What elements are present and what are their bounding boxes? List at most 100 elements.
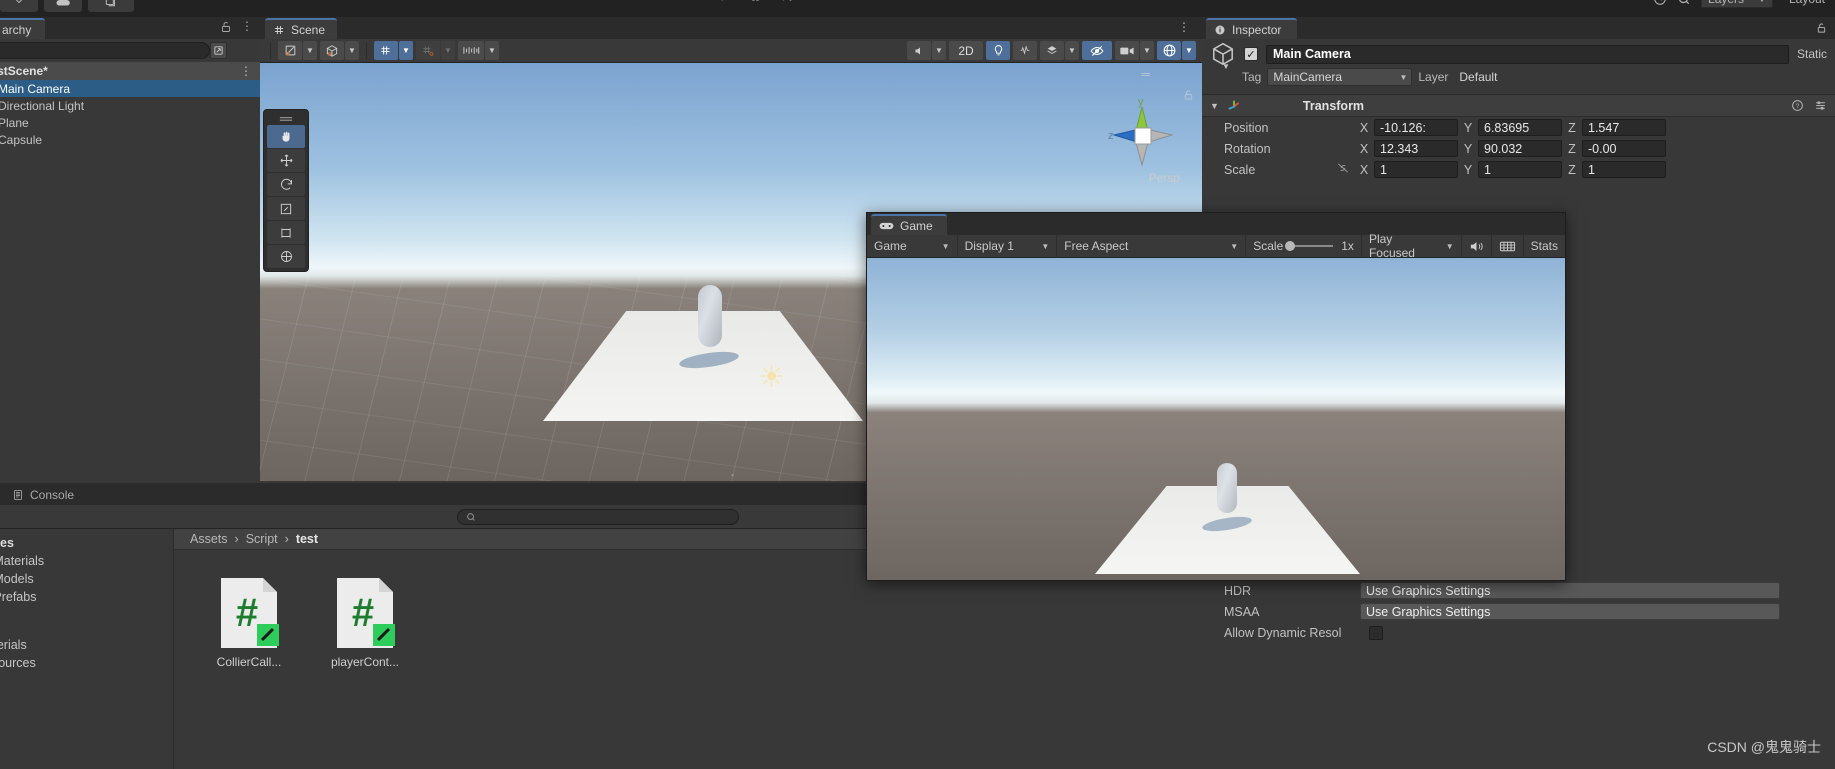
static-toggle[interactable]: Static [1797,47,1829,61]
chevron-down-icon[interactable]: ▼ [1222,62,1230,71]
scene-effects-button[interactable] [1040,41,1064,60]
scale-link-icon[interactable] [1332,162,1354,177]
rotation-y-field[interactable]: 90.032 [1478,140,1562,157]
scale-slider[interactable]: Scale 1x [1246,234,1362,258]
grid-snap-dropdown[interactable]: ▼ [441,41,455,60]
favorite-all-models[interactable]: All Models [0,570,173,588]
transform-component-header[interactable]: ▼ Transform ? [1202,94,1835,117]
favorite-all-prefabs[interactable]: All Prefabs [0,588,173,606]
unlock-icon[interactable] [220,21,232,33]
snap-increment-dropdown[interactable]: ▼ [485,41,499,60]
scene-effects-dropdown[interactable]: ▼ [1065,41,1079,60]
scene-root-row[interactable]: TestScene* ⋮ [0,62,260,80]
hand-tool-button[interactable] [0,0,38,12]
step-button[interactable] [780,0,793,3]
hierarchy-search-field[interactable] [0,42,227,59]
scene-visibility-toggle[interactable] [1082,41,1112,60]
hdr-dropdown[interactable]: Use Graphics Settings [1360,582,1780,599]
stats-button[interactable]: Stats [1524,235,1565,258]
hierarchy-item-capsule[interactable]: Capsule [0,131,260,148]
collapse-chevron-icon[interactable]: ▼ [1210,101,1219,111]
wireframe-mode-button[interactable] [320,41,344,60]
scene-gizmos-toggle[interactable] [1157,41,1181,60]
scene-fx-toggle[interactable] [1013,41,1037,60]
breadcrumb-script[interactable]: Script [246,532,278,546]
scale-y-field[interactable]: 1 [1478,161,1562,178]
hierarchy-item-main-camera[interactable]: Main Camera [0,80,260,97]
hierarchy-search-input[interactable] [0,43,176,58]
hand-tool-button[interactable] [267,125,305,148]
inspector-lock-icon[interactable] [1816,22,1827,37]
position-z-field[interactable]: 1.547 [1582,119,1666,136]
snap-increment-button[interactable] [458,41,484,60]
rotate-tool-button[interactable] [267,173,305,196]
tab-hierarchy[interactable]: archy [0,18,45,39]
rotation-z-field[interactable]: -0.00 [1582,140,1666,157]
search-icon[interactable] [1677,0,1691,6]
grid-axis-button[interactable] [374,41,398,60]
account-tool-button[interactable] [88,0,134,12]
scale-x-field[interactable]: 1 [1374,161,1458,178]
hierarchy-item-plane[interactable]: Plane [0,114,260,131]
gizmo-projection-label[interactable]: Persp [1149,171,1180,185]
scale-slider-track[interactable] [1285,241,1334,251]
scene-2d-toggle[interactable]: 2D [949,41,983,60]
hierarchy-search-options-button[interactable] [210,42,227,59]
rect-tool-button[interactable] [267,221,305,244]
audio-dropdown[interactable]: ▼ [932,41,946,60]
assets-folder-materials[interactable]: Materials [0,636,173,654]
assets-folder-resources[interactable]: Resources [0,654,173,672]
gameobject-name-field[interactable]: Main Camera [1266,44,1789,64]
tag-dropdown[interactable]: MainCamera ▼ [1267,68,1413,86]
overlay-drag-handle[interactable] [267,113,305,124]
asset-item[interactable]: # CollierCall... [204,576,294,669]
scene-audio-button[interactable] [907,41,931,60]
scene-lighting-toggle[interactable] [986,41,1010,60]
play-button[interactable] [718,0,731,3]
breadcrumb-assets[interactable]: Assets [190,532,228,546]
scene-gizmos-dropdown[interactable]: ▼ [1182,41,1196,60]
breadcrumb-test[interactable]: test [296,532,318,546]
allow-dynamic-resolution-checkbox[interactable] [1369,625,1383,640]
scene-menu-icon[interactable]: ⋮ [1178,20,1190,34]
position-x-field[interactable]: -10.126: [1374,119,1458,136]
msaa-dropdown[interactable]: Use Graphics Settings [1360,603,1780,620]
scale-tool-button[interactable] [267,197,305,220]
favorite-all-materials[interactable]: All Materials [0,552,173,570]
grid-axis-dropdown[interactable]: ▼ [399,41,413,60]
transform-tool-button[interactable] [267,245,305,268]
rotation-x-field[interactable]: 12.343 [1374,140,1458,157]
grid-snap-button[interactable] [416,41,440,60]
directional-light-gizmo[interactable]: ☀ [758,363,785,393]
game-gizmos-button[interactable] [1492,234,1524,258]
tab-game[interactable]: Game [871,214,947,235]
tab-console[interactable]: Console [6,484,86,505]
game-viewport[interactable] [867,258,1565,580]
gameobject-enabled-checkbox[interactable]: ✓ [1244,47,1258,61]
asset-item[interactable]: # playerCont... [320,576,410,669]
layout-dropdown[interactable]: Layout [1783,0,1831,8]
shading-mode-button[interactable] [278,41,302,60]
tab-inspector[interactable]: Inspector [1206,18,1298,39]
shading-mode-dropdown[interactable]: ▼ [303,41,317,60]
cloud-tool-button[interactable] [44,0,82,12]
move-tool-button[interactable] [267,149,305,172]
scene-menu-icon[interactable]: ⋮ [240,64,252,78]
scene-capsule-object[interactable] [698,285,722,347]
wireframe-mode-dropdown[interactable]: ▼ [345,41,359,60]
layer-dropdown[interactable]: Default [1454,68,1599,86]
play-mode-dropdown[interactable]: Play Focused ▼ [1362,232,1462,260]
tab-scene[interactable]: Scene [265,18,338,39]
pause-button[interactable] [749,0,762,3]
settings-icon[interactable] [1814,99,1827,112]
scene-bottom-handle[interactable]: ▪ [731,470,734,480]
gizmo-drag-handle[interactable]: ═ [1141,67,1150,81]
display-dropdown[interactable]: Display 1 ▼ [958,234,1058,258]
aspect-dropdown[interactable]: Free Aspect ▼ [1057,234,1247,258]
game-view-dropdown[interactable]: Game ▼ [867,234,958,258]
help-icon[interactable]: ? [1791,99,1804,112]
scene-camera-dropdown[interactable]: ▼ [1140,41,1154,60]
mute-audio-button[interactable] [1462,234,1492,258]
hierarchy-item-directional-light[interactable]: Directional Light [0,97,260,114]
position-y-field[interactable]: 6.83695 [1478,119,1562,136]
